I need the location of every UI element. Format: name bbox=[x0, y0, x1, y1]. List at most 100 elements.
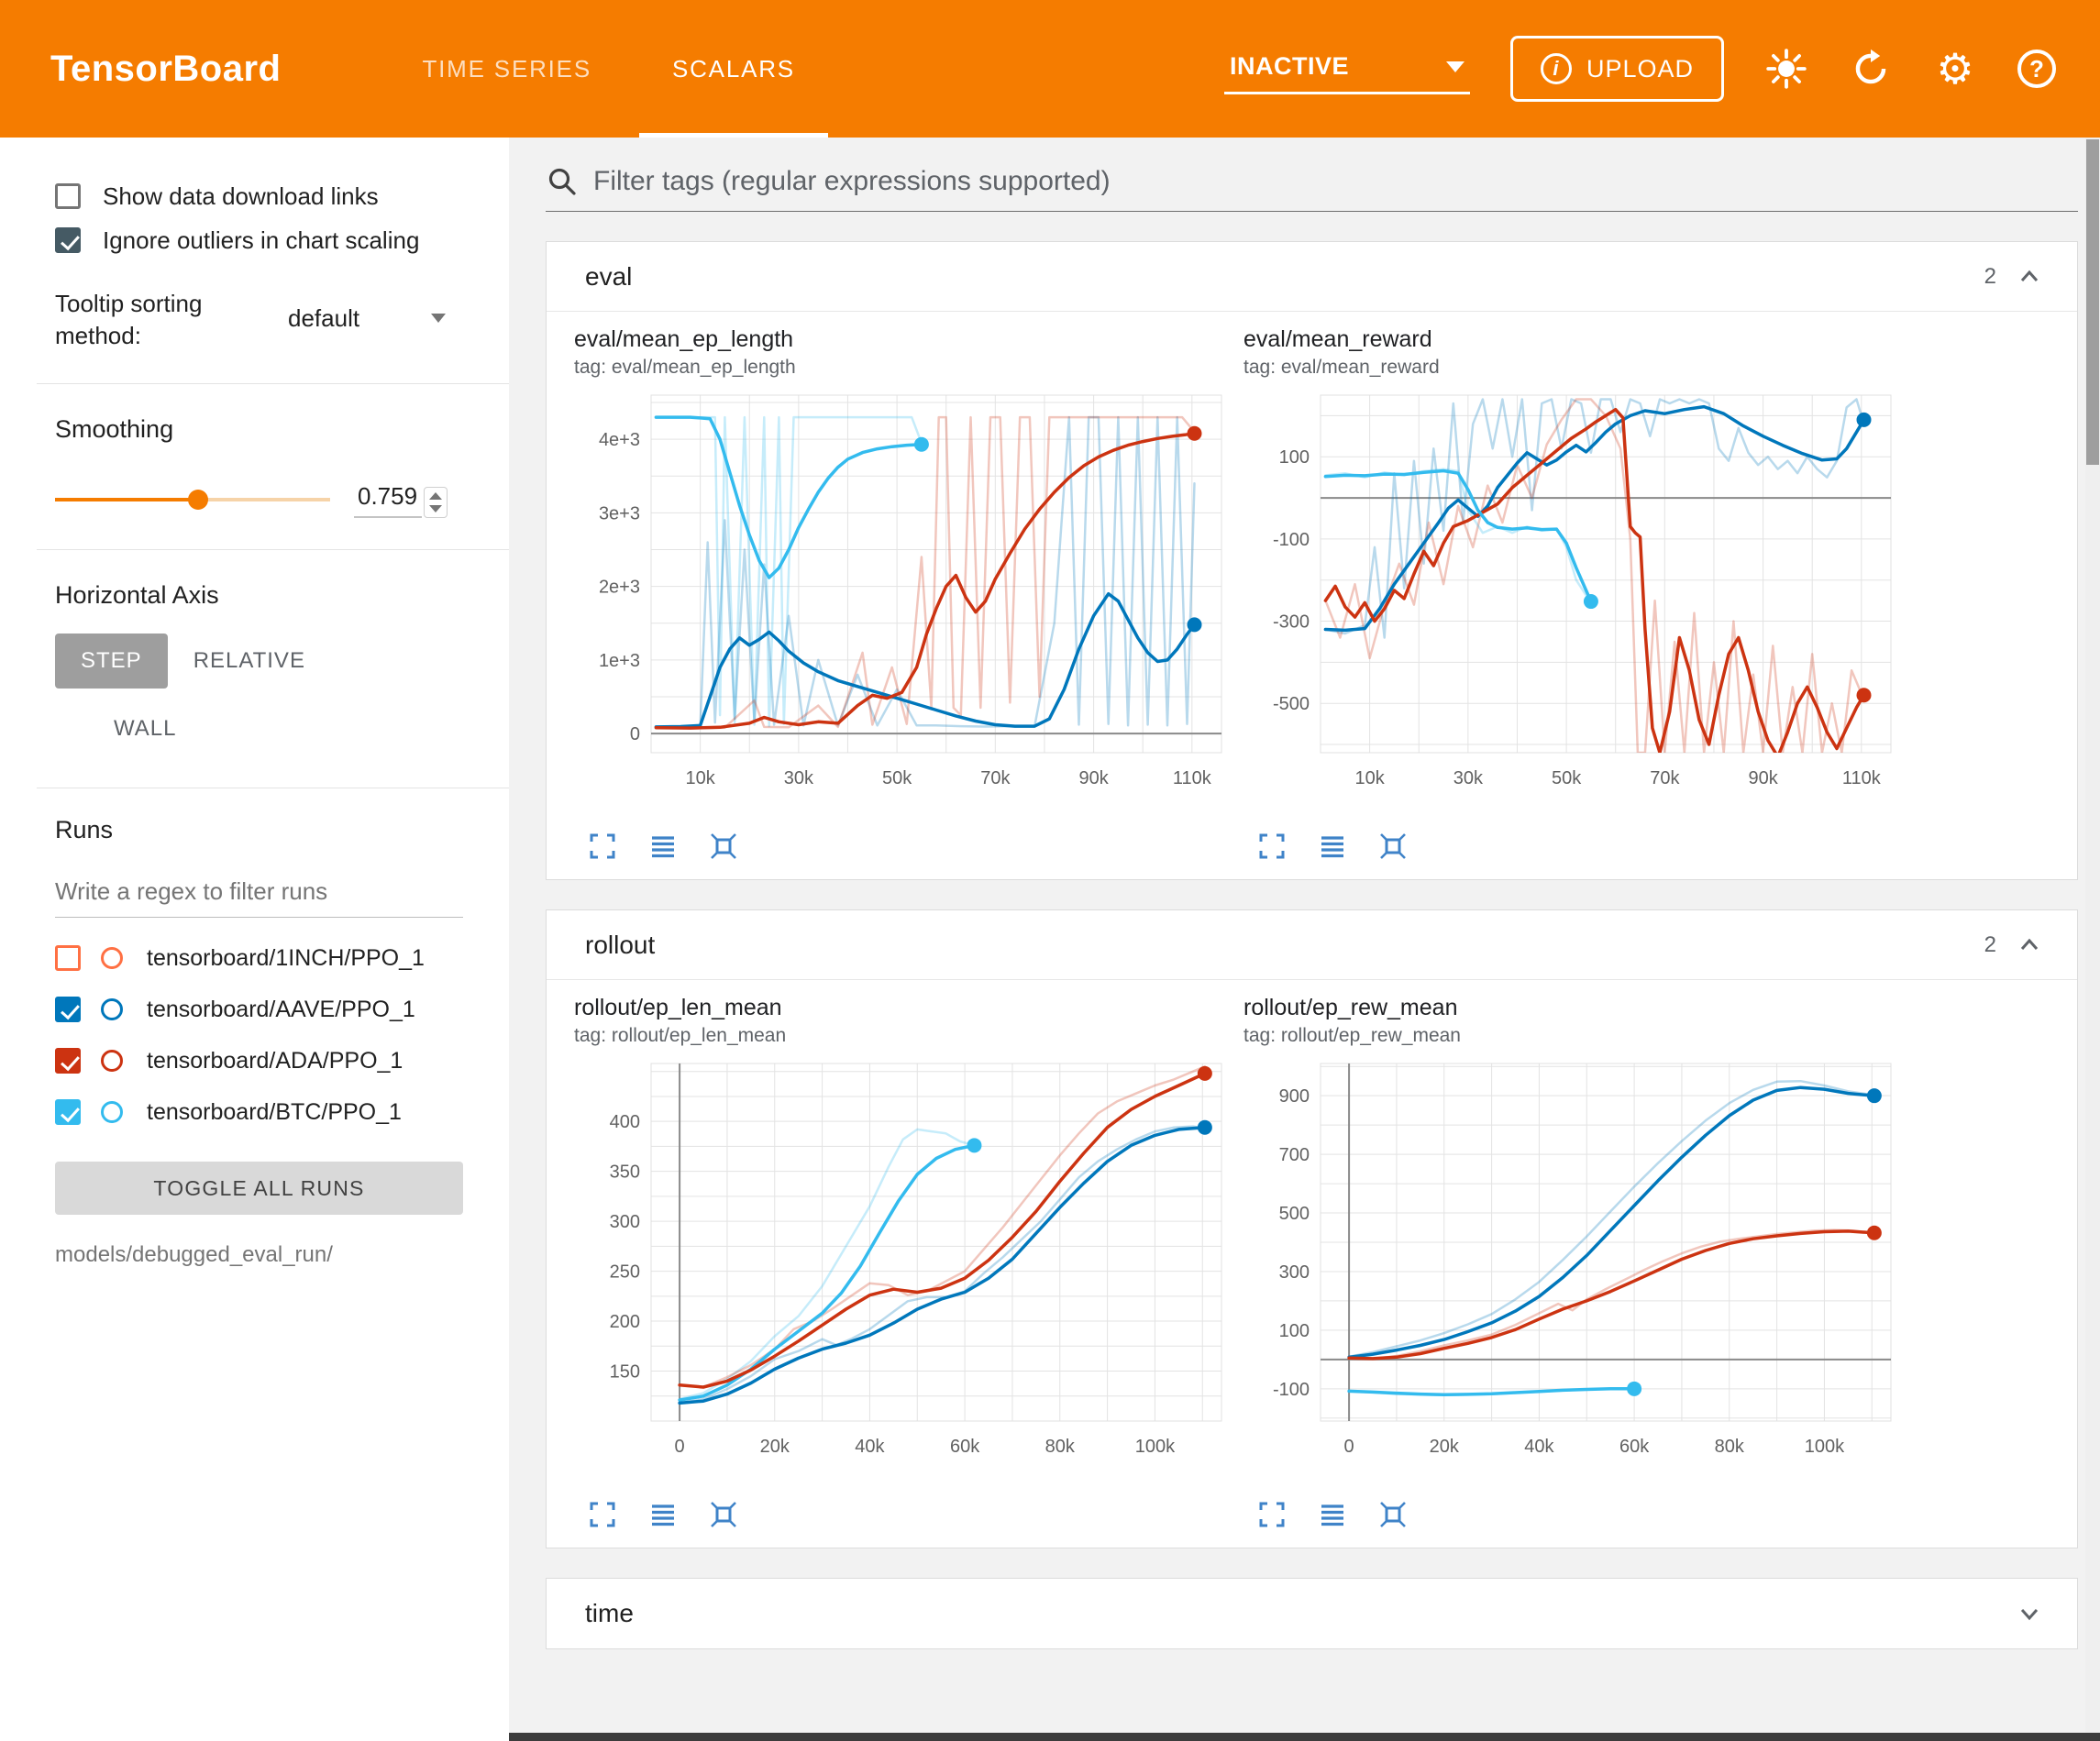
svg-text:200: 200 bbox=[610, 1312, 640, 1332]
horizontal-axis-buttons: STEP RELATIVE WALL bbox=[55, 634, 358, 756]
stepper-up-icon[interactable] bbox=[429, 492, 442, 500]
run-label: tensorboard/ADA/PPO_1 bbox=[147, 1048, 403, 1074]
axis-relative-button[interactable]: RELATIVE bbox=[168, 634, 331, 689]
run-checkbox[interactable] bbox=[55, 945, 81, 971]
chart-title: rollout/ep_rew_mean bbox=[1243, 995, 1913, 1021]
data-table-icon[interactable] bbox=[1317, 831, 1348, 862]
svg-text:30k: 30k bbox=[1453, 768, 1484, 788]
tooltip-sorting-label: Tooltip sorting method: bbox=[55, 288, 252, 352]
fit-domain-icon[interactable] bbox=[1377, 831, 1409, 862]
scrollbar-thumb[interactable] bbox=[2086, 139, 2099, 465]
chart-block: eval/mean_reward tag: eval/mean_reward 1… bbox=[1243, 326, 1913, 866]
line-chart[interactable]: 10k30k50k70k90k110k01e+32e+33e+34e+3 bbox=[574, 382, 1234, 824]
run-row[interactable]: tensorboard/ADA/PPO_1 bbox=[55, 1035, 483, 1086]
smoothing-value-box: 0.759 bbox=[354, 480, 448, 518]
brightness-icon[interactable] bbox=[1764, 47, 1808, 91]
svg-text:700: 700 bbox=[1279, 1145, 1310, 1165]
line-chart[interactable]: 020k40k60k80k100k-100100300500700900 bbox=[1243, 1051, 1904, 1493]
smoothing-value-input[interactable]: 0.759 bbox=[354, 480, 422, 518]
expand-icon[interactable] bbox=[587, 1499, 618, 1530]
tooltip-sorting-row: Tooltip sorting method: default bbox=[55, 288, 483, 352]
smoothing-stepper[interactable] bbox=[424, 487, 448, 518]
data-status-dropdown[interactable]: INACTIVE bbox=[1224, 43, 1470, 94]
chart-toolbar bbox=[574, 826, 1243, 866]
divider bbox=[37, 549, 509, 550]
data-table-icon[interactable] bbox=[1317, 1499, 1348, 1530]
dashboard-main: eval 2 eval/mean_ep_length tag: eval/mea… bbox=[509, 138, 2100, 1741]
card-time-header[interactable]: time bbox=[547, 1579, 2077, 1648]
axis-step-button[interactable]: STEP bbox=[55, 634, 168, 689]
svg-text:-100: -100 bbox=[1273, 530, 1310, 550]
tag-filter-input[interactable] bbox=[593, 166, 2078, 197]
chart-tag: tag: eval/mean_ep_length bbox=[574, 357, 1243, 379]
fit-domain-icon[interactable] bbox=[708, 831, 739, 862]
tag-filter-row bbox=[546, 165, 2078, 212]
svg-text:60k: 60k bbox=[950, 1437, 980, 1457]
chart-title: eval/mean_reward bbox=[1243, 326, 1913, 353]
toggle-all-runs-button[interactable]: TOGGLE ALL RUNS bbox=[55, 1162, 463, 1215]
smoothing-slider[interactable] bbox=[55, 490, 330, 510]
card-count: 2 bbox=[1984, 264, 1996, 290]
line-chart[interactable]: 10k30k50k70k90k110k100-100-300-500 bbox=[1243, 382, 1904, 824]
tab-time-series[interactable]: TIME SERIES bbox=[381, 0, 632, 138]
tab-scalars[interactable]: SCALARS bbox=[632, 0, 835, 138]
svg-text:300: 300 bbox=[610, 1212, 640, 1232]
collapse-up-icon[interactable] bbox=[2015, 931, 2044, 960]
settings-gear-icon[interactable]: ⚙ bbox=[1933, 47, 1977, 91]
upload-button[interactable]: i UPLOAD bbox=[1510, 36, 1724, 102]
svg-text:-100: -100 bbox=[1273, 1380, 1310, 1400]
svg-text:10k: 10k bbox=[685, 768, 715, 788]
svg-text:100: 100 bbox=[1279, 1321, 1310, 1341]
vertical-scrollbar[interactable] bbox=[2085, 138, 2100, 1733]
expand-down-icon[interactable] bbox=[2015, 1599, 2044, 1628]
run-label: tensorboard/AAVE/PPO_1 bbox=[147, 997, 415, 1023]
svg-text:900: 900 bbox=[1279, 1086, 1310, 1107]
svg-text:110k: 110k bbox=[1173, 768, 1212, 788]
chart-block: rollout/ep_rew_mean tag: rollout/ep_rew_… bbox=[1243, 995, 1913, 1535]
expand-icon[interactable] bbox=[1256, 1499, 1288, 1530]
svg-text:80k: 80k bbox=[1715, 1437, 1745, 1457]
card-eval-header[interactable]: eval 2 bbox=[547, 242, 2077, 312]
run-checkbox[interactable] bbox=[55, 997, 81, 1022]
line-chart[interactable]: 020k40k60k80k100k150200250300350400 bbox=[574, 1051, 1234, 1493]
tooltip-sorting-value: default bbox=[288, 304, 359, 333]
tooltip-sorting-select[interactable]: default bbox=[284, 299, 449, 342]
stepper-down-icon[interactable] bbox=[429, 505, 442, 512]
expand-icon[interactable] bbox=[1256, 831, 1288, 862]
svg-text:150: 150 bbox=[610, 1362, 640, 1383]
app-title: TensorBoard bbox=[50, 49, 281, 90]
data-table-icon[interactable] bbox=[647, 831, 679, 862]
tab-bar: TIME SERIES SCALARS bbox=[381, 0, 834, 138]
run-checkbox[interactable] bbox=[55, 1099, 81, 1125]
card-title: eval bbox=[585, 262, 632, 292]
horizontal-scrollbar[interactable] bbox=[509, 1733, 2100, 1741]
slider-thumb[interactable] bbox=[188, 490, 208, 510]
card-rollout: rollout 2 rollout/ep_len_mean tag: rollo… bbox=[546, 909, 2078, 1548]
expand-icon[interactable] bbox=[587, 831, 618, 862]
svg-text:80k: 80k bbox=[1045, 1437, 1076, 1457]
svg-text:110k: 110k bbox=[1842, 768, 1882, 788]
collapse-up-icon[interactable] bbox=[2015, 262, 2044, 292]
charts-row: eval/mean_ep_length tag: eval/mean_ep_le… bbox=[547, 312, 2077, 879]
run-checkbox[interactable] bbox=[55, 1048, 81, 1074]
settings-sidebar: Show data download links Ignore outliers… bbox=[0, 138, 509, 1741]
card-rollout-header[interactable]: rollout 2 bbox=[547, 910, 2077, 980]
ignore-outliers-checkbox[interactable] bbox=[55, 227, 81, 253]
fit-domain-icon[interactable] bbox=[1377, 1499, 1409, 1530]
run-row[interactable]: tensorboard/BTC/PPO_1 bbox=[55, 1086, 483, 1138]
data-table-icon[interactable] bbox=[647, 1499, 679, 1530]
fit-domain-icon[interactable] bbox=[708, 1499, 739, 1530]
svg-text:2e+3: 2e+3 bbox=[599, 578, 640, 598]
show-download-links-checkbox[interactable] bbox=[55, 183, 81, 209]
svg-text:3e+3: 3e+3 bbox=[599, 503, 640, 523]
run-row[interactable]: tensorboard/AAVE/PPO_1 bbox=[55, 984, 483, 1035]
ignore-outliers-row[interactable]: Ignore outliers in chart scaling bbox=[55, 218, 483, 262]
checkbox-label: Show data download links bbox=[103, 182, 379, 211]
refresh-icon[interactable] bbox=[1849, 47, 1893, 91]
run-color-ring bbox=[101, 1101, 123, 1123]
show-download-links-row[interactable]: Show data download links bbox=[55, 174, 483, 218]
axis-wall-button[interactable]: WALL bbox=[88, 701, 202, 756]
help-icon[interactable]: ? bbox=[2017, 50, 2056, 88]
runs-filter-input[interactable] bbox=[55, 872, 463, 918]
run-row[interactable]: tensorboard/1INCH/PPO_1 bbox=[55, 932, 483, 984]
